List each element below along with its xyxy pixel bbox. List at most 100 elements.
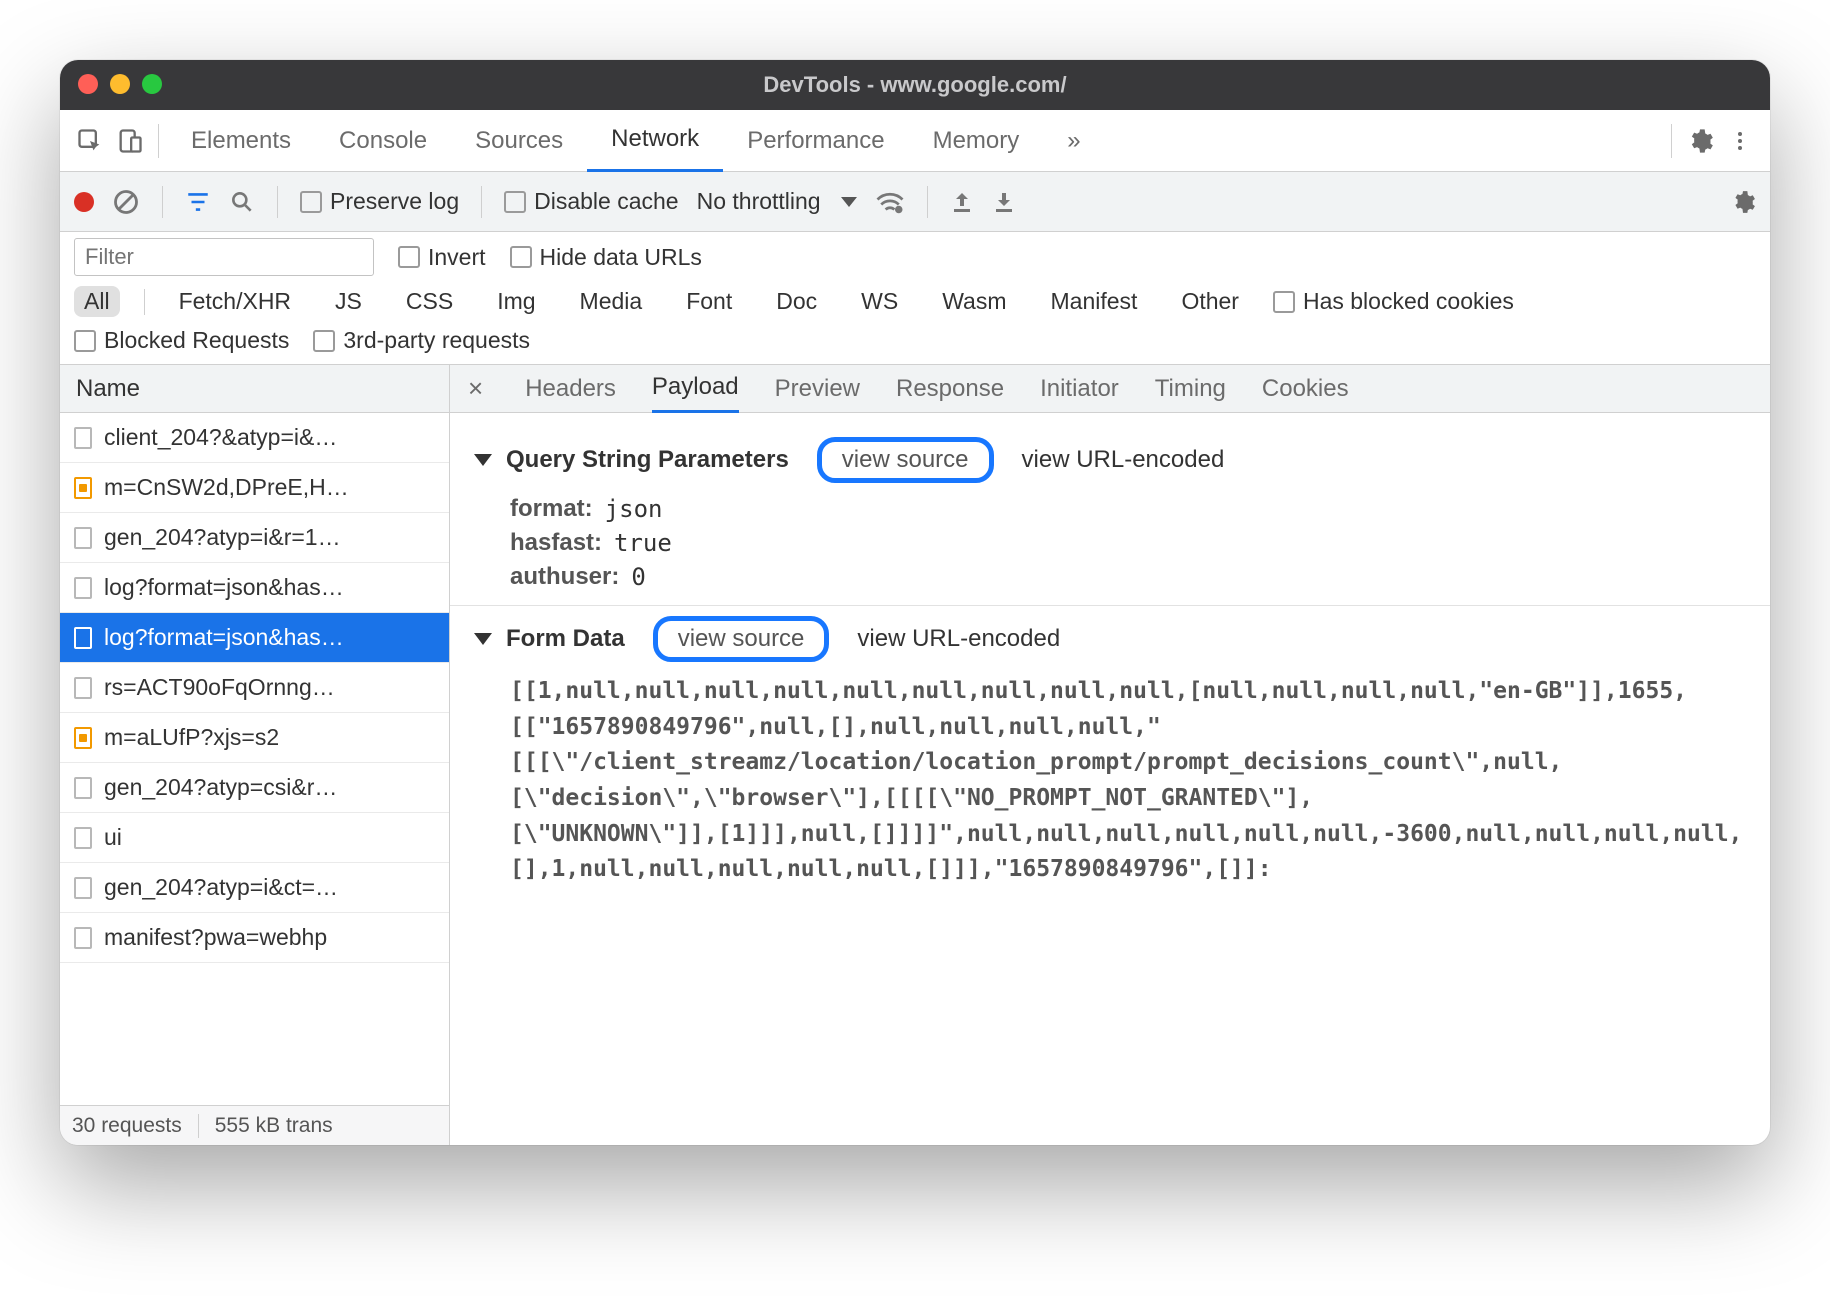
filter-type-ws[interactable]: WS bbox=[851, 286, 908, 317]
more-tabs-button[interactable]: » bbox=[1043, 110, 1104, 172]
request-name: gen_204?atyp=csi&r… bbox=[104, 774, 337, 801]
filter-type-media[interactable]: Media bbox=[570, 286, 653, 317]
request-row[interactable]: ui bbox=[60, 813, 449, 863]
document-file-icon bbox=[74, 627, 92, 649]
tab-memory[interactable]: Memory bbox=[909, 110, 1044, 172]
throttling-select[interactable]: No throttling bbox=[697, 188, 857, 215]
request-name: gen_204?atyp=i&r=1… bbox=[104, 524, 341, 551]
window-controls bbox=[78, 74, 162, 94]
expand-toggle-icon[interactable] bbox=[474, 633, 492, 645]
document-file-icon bbox=[74, 777, 92, 799]
filter-input[interactable] bbox=[74, 238, 374, 276]
filter-type-font[interactable]: Font bbox=[676, 286, 742, 317]
document-file-icon bbox=[74, 827, 92, 849]
hide-data-urls-checkbox[interactable]: Hide data URLs bbox=[510, 244, 702, 271]
blocked-requests-checkbox[interactable]: Blocked Requests bbox=[74, 327, 289, 354]
settings-gear-icon[interactable] bbox=[1680, 121, 1720, 161]
filter-icon[interactable] bbox=[185, 189, 211, 215]
request-row[interactable]: gen_204?atyp=i&r=1… bbox=[60, 513, 449, 563]
request-row[interactable]: client_204?&atyp=i&… bbox=[60, 413, 449, 463]
filter-type-doc[interactable]: Doc bbox=[766, 286, 827, 317]
param-key: hasfast: bbox=[510, 529, 602, 557]
request-count: 30 requests bbox=[72, 1114, 182, 1138]
form-data-content: [[1,null,null,null,null,null,null,null,n… bbox=[510, 674, 1746, 888]
export-har-icon[interactable] bbox=[992, 189, 1016, 215]
request-detail: × Headers Payload Preview Response Initiator… bbox=[450, 365, 1770, 1145]
panel-settings-gear-icon[interactable] bbox=[1730, 189, 1756, 215]
third-party-checkbox[interactable]: 3rd-party requests bbox=[313, 327, 530, 354]
devtools-window: DevTools - www.google.com/ ElementsConso… bbox=[60, 60, 1770, 1145]
payload-body: Query String Parameters view source view… bbox=[450, 413, 1770, 1145]
param-value: 0 bbox=[631, 563, 645, 591]
document-file-icon bbox=[74, 677, 92, 699]
request-row[interactable]: gen_204?atyp=i&ct=… bbox=[60, 863, 449, 913]
view-source-button[interactable]: view source bbox=[817, 437, 994, 483]
request-row[interactable]: log?format=json&has… bbox=[60, 613, 449, 663]
request-name: m=aLUfP?xjs=s2 bbox=[104, 724, 279, 751]
filter-type-other[interactable]: Other bbox=[1171, 286, 1249, 317]
filter-type-wasm[interactable]: Wasm bbox=[932, 286, 1016, 317]
request-row[interactable]: m=aLUfP?xjs=s2 bbox=[60, 713, 449, 763]
preserve-log-checkbox[interactable]: Preserve log bbox=[300, 188, 459, 215]
query-section-title: Query String Parameters bbox=[506, 446, 789, 474]
import-har-icon[interactable] bbox=[950, 189, 974, 215]
request-row[interactable]: rs=ACT90oFqOrnng… bbox=[60, 663, 449, 713]
filter-type-all[interactable]: All bbox=[74, 286, 120, 317]
query-param: hasfast:true bbox=[510, 529, 1746, 557]
request-row[interactable]: log?format=json&has… bbox=[60, 563, 449, 613]
request-row[interactable]: gen_204?atyp=csi&r… bbox=[60, 763, 449, 813]
view-url-encoded-button[interactable]: view URL-encoded bbox=[1022, 446, 1225, 474]
detail-tab-timing[interactable]: Timing bbox=[1155, 365, 1226, 413]
detail-tab-initiator[interactable]: Initiator bbox=[1040, 365, 1119, 413]
has-blocked-cookies-checkbox[interactable]: Has blocked cookies bbox=[1273, 288, 1514, 315]
filter-type-manifest[interactable]: Manifest bbox=[1041, 286, 1148, 317]
request-row[interactable]: m=CnSW2d,DPreE,H… bbox=[60, 463, 449, 513]
form-section-title: Form Data bbox=[506, 625, 625, 653]
invert-checkbox[interactable]: Invert bbox=[398, 244, 486, 271]
param-value: json bbox=[605, 495, 663, 523]
view-url-encoded-button[interactable]: view URL-encoded bbox=[857, 625, 1060, 653]
device-toolbar-icon[interactable] bbox=[110, 121, 150, 161]
filter-type-img[interactable]: Img bbox=[487, 286, 545, 317]
filter-type-fetchxhr[interactable]: Fetch/XHR bbox=[169, 286, 301, 317]
disable-cache-checkbox[interactable]: Disable cache bbox=[504, 188, 678, 215]
tab-sources[interactable]: Sources bbox=[451, 110, 587, 172]
request-row[interactable]: manifest?pwa=webhp bbox=[60, 913, 449, 963]
tab-network[interactable]: Network bbox=[587, 110, 723, 172]
record-button[interactable] bbox=[74, 192, 94, 212]
param-key: authuser: bbox=[510, 563, 619, 591]
request-name: client_204?&atyp=i&… bbox=[104, 424, 337, 451]
minimize-window-button[interactable] bbox=[110, 74, 130, 94]
inspect-element-icon[interactable] bbox=[70, 121, 110, 161]
query-param: authuser: 0 bbox=[510, 563, 1746, 591]
throttling-value: No throttling bbox=[697, 188, 821, 215]
maximize-window-button[interactable] bbox=[142, 74, 162, 94]
detail-tab-preview[interactable]: Preview bbox=[775, 365, 860, 413]
request-list: Name client_204?&atyp=i&… m=CnSW2d,DPreE,… bbox=[60, 365, 450, 1145]
request-name: gen_204?atyp=i&ct=… bbox=[104, 874, 338, 901]
request-name: log?format=json&has… bbox=[104, 624, 344, 651]
search-icon[interactable] bbox=[229, 189, 255, 215]
filter-type-css[interactable]: CSS bbox=[396, 286, 463, 317]
document-file-icon bbox=[74, 577, 92, 599]
window-title: DevTools - www.google.com/ bbox=[763, 72, 1066, 98]
expand-toggle-icon[interactable] bbox=[474, 454, 492, 466]
tab-console[interactable]: Console bbox=[315, 110, 451, 172]
tab-elements[interactable]: Elements bbox=[167, 110, 315, 172]
tab-performance[interactable]: Performance bbox=[723, 110, 908, 172]
request-name: ui bbox=[104, 824, 122, 851]
detail-tab-cookies[interactable]: Cookies bbox=[1262, 365, 1349, 413]
detail-tab-response[interactable]: Response bbox=[896, 365, 1004, 413]
close-window-button[interactable] bbox=[78, 74, 98, 94]
detail-tab-payload[interactable]: Payload bbox=[652, 365, 739, 413]
network-conditions-icon[interactable] bbox=[875, 189, 905, 215]
content-split: Name client_204?&atyp=i&… m=CnSW2d,DPreE,… bbox=[60, 365, 1770, 1145]
clear-icon[interactable] bbox=[112, 188, 140, 216]
name-column-header[interactable]: Name bbox=[60, 365, 449, 413]
detail-tab-headers[interactable]: Headers bbox=[525, 365, 616, 413]
filter-type-js[interactable]: JS bbox=[325, 286, 372, 317]
kebab-menu-icon[interactable] bbox=[1720, 121, 1760, 161]
close-detail-icon[interactable]: × bbox=[468, 373, 483, 404]
view-source-button[interactable]: view source bbox=[653, 616, 830, 662]
document-file-icon bbox=[74, 877, 92, 899]
